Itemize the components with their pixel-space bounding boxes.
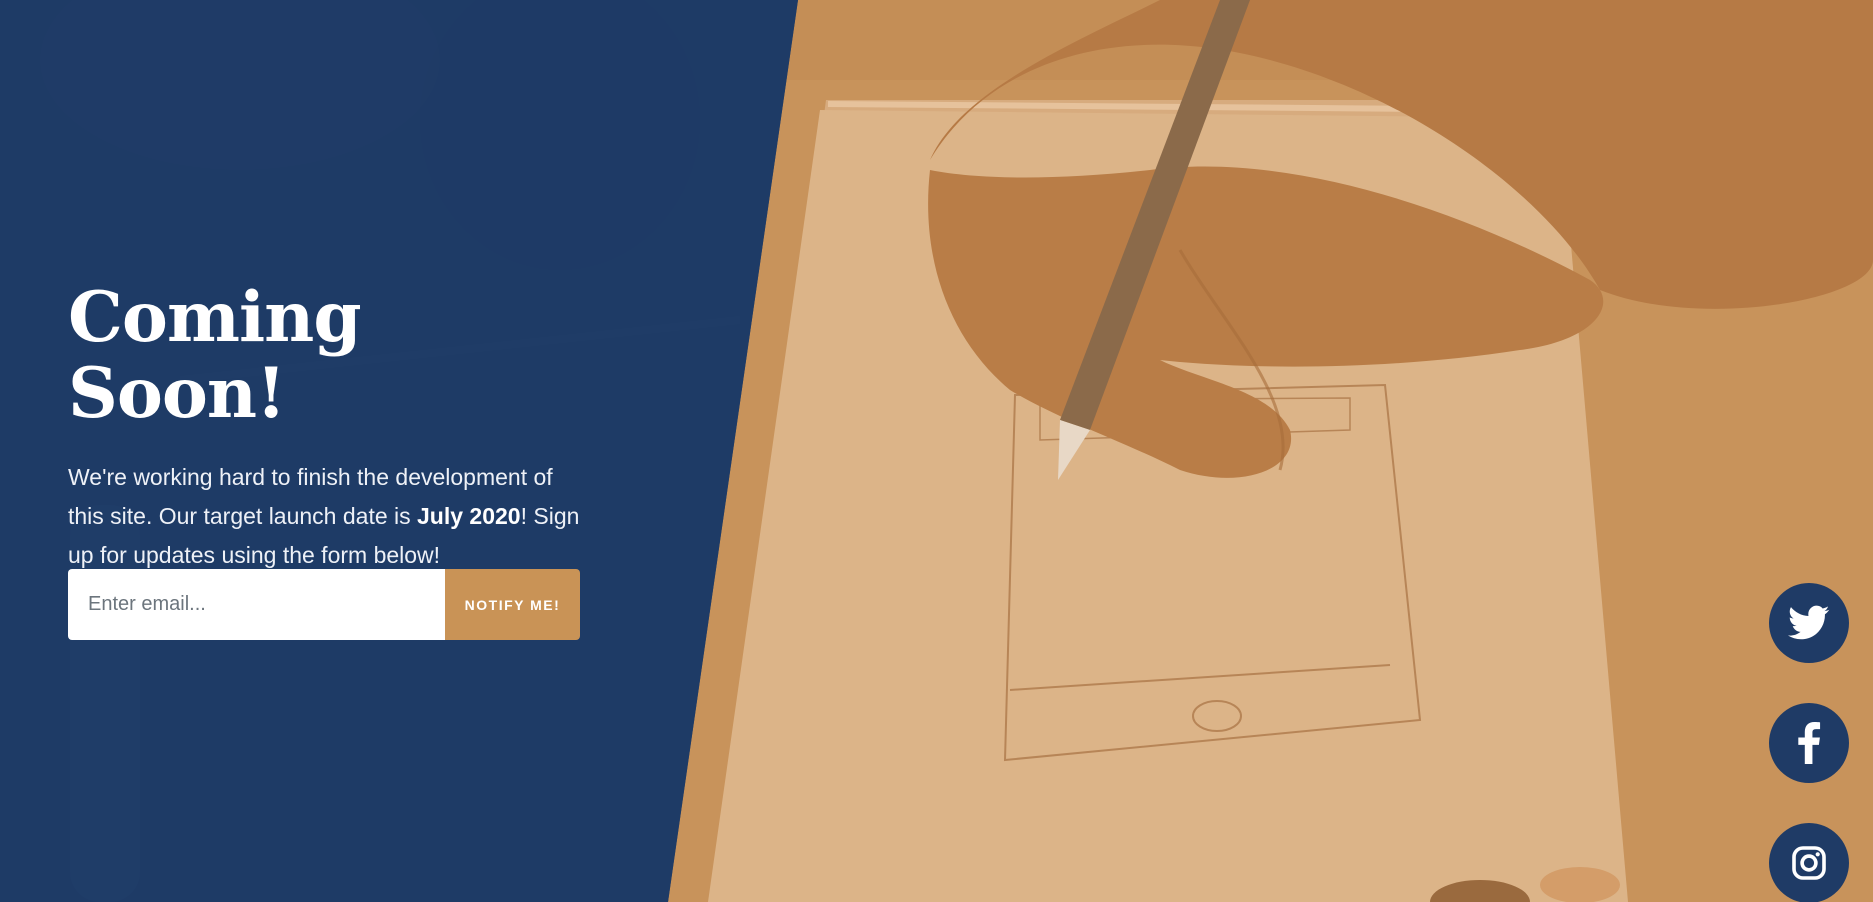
email-input[interactable]: [68, 569, 445, 640]
twitter-link[interactable]: [1769, 583, 1849, 663]
page-root: Coming Soon! We're working hard to finis…: [0, 0, 1873, 902]
twitter-icon: [1788, 605, 1830, 640]
page-title: Coming Soon!: [68, 277, 362, 434]
instagram-link[interactable]: [1769, 823, 1849, 902]
hero-content: Coming Soon! We're working hard to finis…: [68, 280, 588, 575]
facebook-link[interactable]: [1769, 703, 1849, 783]
signup-form: NOTIFY ME!: [68, 569, 580, 640]
hero-lead-text: We're working hard to finish the develop…: [68, 458, 588, 575]
launch-date: July 2020: [417, 502, 521, 529]
instagram-icon: [1792, 846, 1826, 880]
facebook-icon: [1798, 722, 1821, 764]
notify-me-button[interactable]: NOTIFY ME!: [445, 569, 580, 640]
